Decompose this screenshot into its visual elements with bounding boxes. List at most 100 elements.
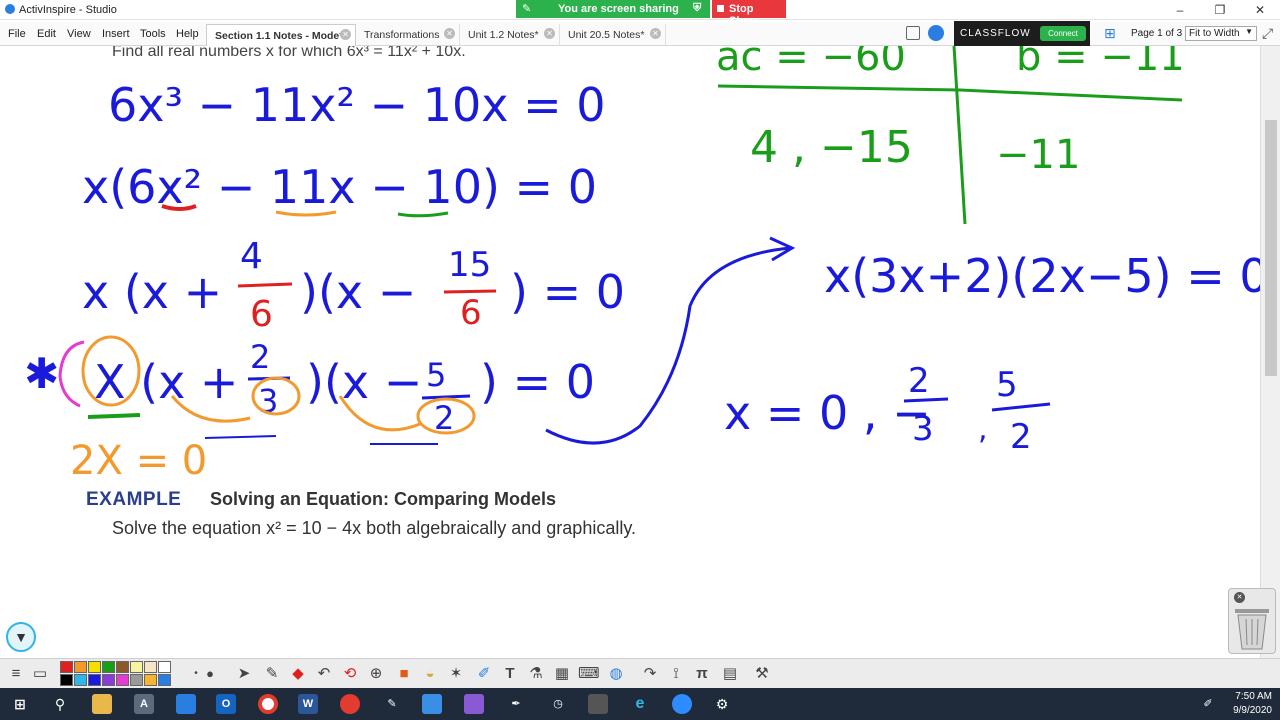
pen-tool-icon[interactable]: ✒ [506, 694, 526, 714]
handwritten-equation-3-left: x (x + [82, 265, 222, 319]
clock-time: 7:50 AM [1235, 691, 1272, 702]
color-swatch[interactable] [116, 674, 129, 686]
zoom-select[interactable]: Fit to Width ▼ [1185, 26, 1257, 41]
window-icon[interactable] [422, 694, 442, 714]
shape-icon[interactable]: ■ [394, 664, 414, 684]
keyboard-icon[interactable]: ⌨ [578, 664, 600, 684]
pen-width-medium-icon[interactable]: ● [200, 664, 220, 684]
timer-icon[interactable] [464, 694, 484, 714]
pen-tray-icon[interactable]: ✐ [1198, 694, 1218, 714]
fraction-numerator-15: 15 [448, 245, 491, 285]
close-tab-icon[interactable]: ✕ [340, 29, 351, 40]
clock-app-icon[interactable]: ◷ [548, 694, 568, 714]
compass-icon[interactable]: ⟟ [666, 664, 686, 684]
classflow-connect-button[interactable]: Connect [1040, 26, 1086, 41]
scrollbar-thumb[interactable] [1265, 120, 1277, 376]
system-clock[interactable]: 7:50 AM 9/9/2020 [1233, 690, 1272, 718]
pen-icon[interactable]: ✎ [262, 664, 282, 684]
close-tab-icon[interactable]: ✕ [544, 28, 555, 39]
spotlight-icon[interactable]: ⚗ [526, 664, 546, 684]
color-swatch[interactable] [88, 674, 101, 686]
color-swatch[interactable] [158, 674, 171, 686]
globe-icon[interactable]: ◍ [606, 664, 626, 684]
menu-view[interactable]: View [67, 28, 91, 40]
toolbox-toggle-icon[interactable]: ▼ [6, 622, 36, 652]
color-swatch[interactable] [144, 661, 157, 673]
activinspire-taskbar-icon[interactable]: A [134, 694, 154, 714]
pink-mark [58, 340, 85, 408]
color-swatch[interactable] [60, 661, 73, 673]
page-icon[interactable]: ▭ [30, 664, 50, 684]
menu-file[interactable]: File [8, 28, 26, 40]
tab-unit-20-5-notes[interactable]: Unit 20.5 Notes* ✕ [560, 24, 666, 46]
close-tab-icon[interactable]: ✕ [444, 28, 455, 39]
outlook-icon[interactable]: O [216, 694, 236, 714]
close-icon[interactable]: ✕ [1234, 592, 1245, 603]
vertical-scrollbar[interactable] [1260, 46, 1280, 658]
tools-icon[interactable]: ⚒ [752, 664, 772, 684]
tab-unit-1-2-notes[interactable]: Unit 1.2 Notes* ✕ [460, 24, 560, 46]
edge-icon[interactable]: e [630, 694, 650, 714]
color-swatch[interactable] [74, 661, 87, 673]
color-swatch[interactable] [60, 674, 73, 686]
flipchart-canvas[interactable]: Find all real numbers x for which 6x³ = … [0, 46, 1260, 658]
comma: , [978, 412, 988, 447]
color-swatch[interactable] [116, 661, 129, 673]
fullscreen-icon[interactable]: ⤢ [1262, 25, 1273, 42]
settings-gear-icon[interactable]: ⚙ [712, 694, 732, 714]
app-icon[interactable] [340, 694, 360, 714]
color-swatch[interactable] [144, 674, 157, 686]
undo-icon[interactable]: ↶ [314, 664, 334, 684]
restore-button[interactable]: ❐ [1200, 0, 1240, 20]
search-icon[interactable]: ⚲ [50, 694, 70, 714]
highlighter-icon[interactable]: ✐ [474, 664, 494, 684]
menu-insert[interactable]: Insert [102, 28, 130, 40]
color-swatch[interactable] [130, 661, 143, 673]
fraction-denominator-6: 6 [250, 294, 273, 335]
calculator-icon[interactable]: ▦ [552, 664, 572, 684]
menu-edit[interactable]: Edit [37, 28, 56, 40]
zoom-icon[interactable]: ⊕ [366, 664, 386, 684]
menu-tools[interactable]: Tools [140, 28, 166, 40]
trash-can[interactable]: ✕ [1228, 588, 1276, 654]
color-swatch[interactable] [130, 674, 143, 686]
eraser-icon[interactable]: ◆ [288, 664, 308, 684]
close-tab-icon[interactable]: ✕ [650, 28, 661, 39]
magic-ink-icon[interactable]: ✶ [446, 664, 466, 684]
handwritten-equation-3-mid: )(x − [300, 265, 416, 319]
reset-page-icon[interactable]: ⟲ [340, 664, 360, 684]
b-label: b = −11 [1016, 46, 1185, 80]
color-swatch[interactable] [158, 661, 171, 673]
connect-icon[interactable] [928, 25, 944, 41]
minimize-button[interactable]: – [1160, 0, 1200, 20]
page-browser-icon[interactable]: ⊞ [1104, 25, 1116, 42]
stop-share-button[interactable]: Stop Share [712, 0, 786, 27]
windows-start-icon[interactable]: ⊞ [10, 694, 30, 714]
zoom-value: Fit to Width [1189, 28, 1240, 39]
text-icon[interactable]: T [500, 664, 520, 684]
stop-icon [717, 5, 724, 12]
calendar-icon[interactable] [588, 694, 608, 714]
redo-icon[interactable]: ↷ [640, 664, 660, 684]
close-button[interactable]: ✕ [1240, 0, 1280, 20]
color-swatch[interactable] [88, 661, 101, 673]
math-tools-icon[interactable]: π [692, 664, 712, 684]
tab-transformations[interactable]: Transformations ✕ [356, 24, 460, 46]
color-swatch[interactable] [102, 674, 115, 686]
tab-section-1-1-notes[interactable]: Section 1.1 Notes - Mode* ✕ [206, 24, 356, 46]
word-icon[interactable]: W [298, 694, 318, 714]
color-swatch[interactable] [102, 661, 115, 673]
paint-icon[interactable]: ✎ [382, 694, 402, 714]
handwritten-equation-4-left: X (x + [94, 355, 238, 409]
page-view-icon[interactable] [906, 26, 920, 40]
file-explorer-icon[interactable] [92, 694, 112, 714]
color-swatch[interactable] [74, 674, 87, 686]
select-icon[interactable]: ➤ [234, 664, 254, 684]
chrome-icon[interactable] [258, 694, 278, 714]
toolbox-menu-icon[interactable]: ≡ [6, 664, 26, 684]
clipboard-icon[interactable]: ▤ [720, 664, 740, 684]
menu-help[interactable]: Help [176, 28, 199, 40]
fill-icon[interactable]: ◒ [420, 664, 440, 684]
files-icon[interactable] [176, 694, 196, 714]
zoom-app-icon[interactable] [672, 694, 692, 714]
